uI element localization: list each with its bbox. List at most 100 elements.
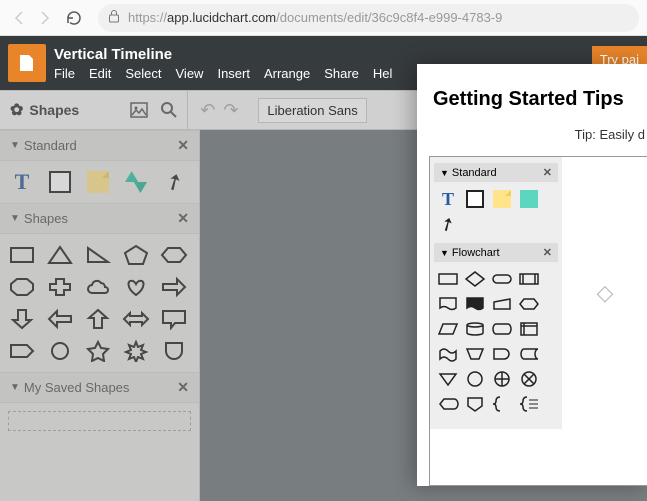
polystar-shape[interactable] (120, 338, 152, 364)
cloud-shape[interactable] (82, 274, 114, 300)
line-shape[interactable]: ➚ (436, 213, 460, 235)
close-icon[interactable]: ✕ (543, 166, 552, 179)
stored-data-shape[interactable] (517, 343, 541, 365)
decision-shape[interactable] (463, 268, 487, 290)
process-shape[interactable] (436, 268, 460, 290)
note-shape[interactable] (490, 188, 514, 210)
manual-op-shape[interactable] (463, 343, 487, 365)
font-select[interactable]: Liberation Sans (258, 98, 366, 123)
menu-share[interactable]: Share (324, 66, 359, 81)
connector-shape[interactable] (463, 368, 487, 390)
undo-button[interactable]: ↶ (200, 100, 215, 121)
rectangle-shape[interactable] (6, 242, 38, 268)
right-arrow-shape[interactable] (158, 274, 190, 300)
lock-icon (108, 9, 120, 26)
multidoc-shape[interactable] (463, 293, 487, 315)
document-icon[interactable] (8, 44, 46, 82)
offpage-shape[interactable] (463, 393, 487, 415)
data-shape[interactable] (436, 318, 460, 340)
left-arrow-shape[interactable] (44, 306, 76, 332)
menu-bar: File Edit Select View Insert Arrange Sha… (54, 66, 392, 81)
shapes-panel-button[interactable]: ✿ Shapes (0, 100, 89, 120)
circle-shape[interactable] (44, 338, 76, 364)
octagon-shape[interactable] (6, 274, 38, 300)
pentagon-shape[interactable] (120, 242, 152, 268)
note-shape[interactable] (82, 169, 114, 195)
section-shapes-label: Shapes (24, 211, 68, 226)
close-icon[interactable]: ✕ (177, 137, 189, 154)
image-icon[interactable] (129, 100, 149, 120)
shield-shape[interactable] (158, 338, 190, 364)
summing-shape[interactable] (517, 368, 541, 390)
shapes-label: Shapes (29, 102, 79, 118)
menu-edit[interactable]: Edit (89, 66, 111, 81)
note-brace-shape[interactable] (517, 393, 541, 415)
shapes-grid (0, 234, 199, 372)
merge-shape[interactable] (436, 368, 460, 390)
database-shape[interactable] (463, 318, 487, 340)
direct-data-shape[interactable] (490, 318, 514, 340)
callout-shape[interactable] (158, 306, 190, 332)
block-shape[interactable] (44, 169, 76, 195)
close-icon[interactable]: ✕ (177, 210, 189, 227)
document-title[interactable]: Vertical Timeline (54, 46, 392, 63)
close-icon[interactable]: ✕ (543, 246, 552, 259)
menu-file[interactable]: File (54, 66, 75, 81)
tips-subtitle: Tip: Easily d (429, 127, 647, 142)
predefined-shape[interactable] (517, 268, 541, 290)
menu-arrange[interactable]: Arrange (264, 66, 310, 81)
font-value: Liberation Sans (267, 103, 357, 118)
document-shape[interactable] (436, 293, 460, 315)
chevron-down-icon: ▼ (440, 248, 449, 258)
preview-flowchart-label: Flowchart (452, 247, 500, 259)
back-button[interactable] (8, 6, 32, 30)
text-shape[interactable]: T (6, 169, 38, 195)
terminator-shape[interactable] (490, 268, 514, 290)
search-icon[interactable] (159, 100, 179, 120)
section-standard-header[interactable]: ▼ Standard ✕ (0, 130, 199, 161)
delay-shape[interactable] (490, 343, 514, 365)
preview-standard-header[interactable]: ▼ Standard ✕ (434, 163, 558, 182)
display-shape[interactable] (436, 393, 460, 415)
chevron-down-icon: ▼ (440, 168, 449, 178)
triangle-shape[interactable] (44, 242, 76, 268)
menu-view[interactable]: View (176, 66, 204, 81)
brace-shape[interactable] (490, 393, 514, 415)
browser-bar: https:// app.lucidchart.com /documents/e… (0, 0, 647, 36)
internal-storage-shape[interactable] (517, 318, 541, 340)
section-shapes-header[interactable]: ▼ Shapes ✕ (0, 203, 199, 234)
preview-flowchart-header[interactable]: ▼ Flowchart ✕ (434, 243, 558, 262)
menu-select[interactable]: Select (125, 66, 161, 81)
standard-shapes-grid: T ➚ (0, 161, 199, 203)
menu-help[interactable]: Hel (373, 66, 393, 81)
right-triangle-shape[interactable] (82, 242, 114, 268)
manual-input-shape[interactable] (490, 293, 514, 315)
preparation-shape[interactable] (517, 293, 541, 315)
address-bar[interactable]: https:// app.lucidchart.com /documents/e… (98, 4, 639, 32)
preview-standard-label: Standard (452, 167, 497, 179)
paper-tape-shape[interactable] (436, 343, 460, 365)
hotspot-shape[interactable] (120, 169, 152, 195)
chevron-down-icon: ▼ (10, 140, 20, 151)
pentagon-arrow-shape[interactable] (6, 338, 38, 364)
star-shape[interactable] (82, 338, 114, 364)
cross-shape[interactable] (44, 274, 76, 300)
down-arrow-shape[interactable] (6, 306, 38, 332)
block-shape[interactable] (463, 188, 487, 210)
section-saved-header[interactable]: ▼ My Saved Shapes ✕ (0, 372, 199, 403)
forward-button[interactable] (32, 6, 56, 30)
gear-icon: ✿ (10, 100, 23, 120)
double-arrow-shape[interactable] (120, 306, 152, 332)
or-shape[interactable] (490, 368, 514, 390)
redo-button[interactable]: ↷ (223, 100, 238, 121)
hexagon-shape[interactable] (158, 242, 190, 268)
up-arrow-shape[interactable] (82, 306, 114, 332)
reload-button[interactable] (62, 6, 86, 30)
text-shape[interactable]: T (436, 188, 460, 210)
hotspot-shape[interactable] (517, 188, 541, 210)
line-shape[interactable]: ➚ (158, 169, 190, 195)
close-icon[interactable]: ✕ (177, 379, 189, 396)
saved-dropzone[interactable] (8, 411, 191, 431)
heart-shape[interactable] (120, 274, 152, 300)
menu-insert[interactable]: Insert (217, 66, 250, 81)
